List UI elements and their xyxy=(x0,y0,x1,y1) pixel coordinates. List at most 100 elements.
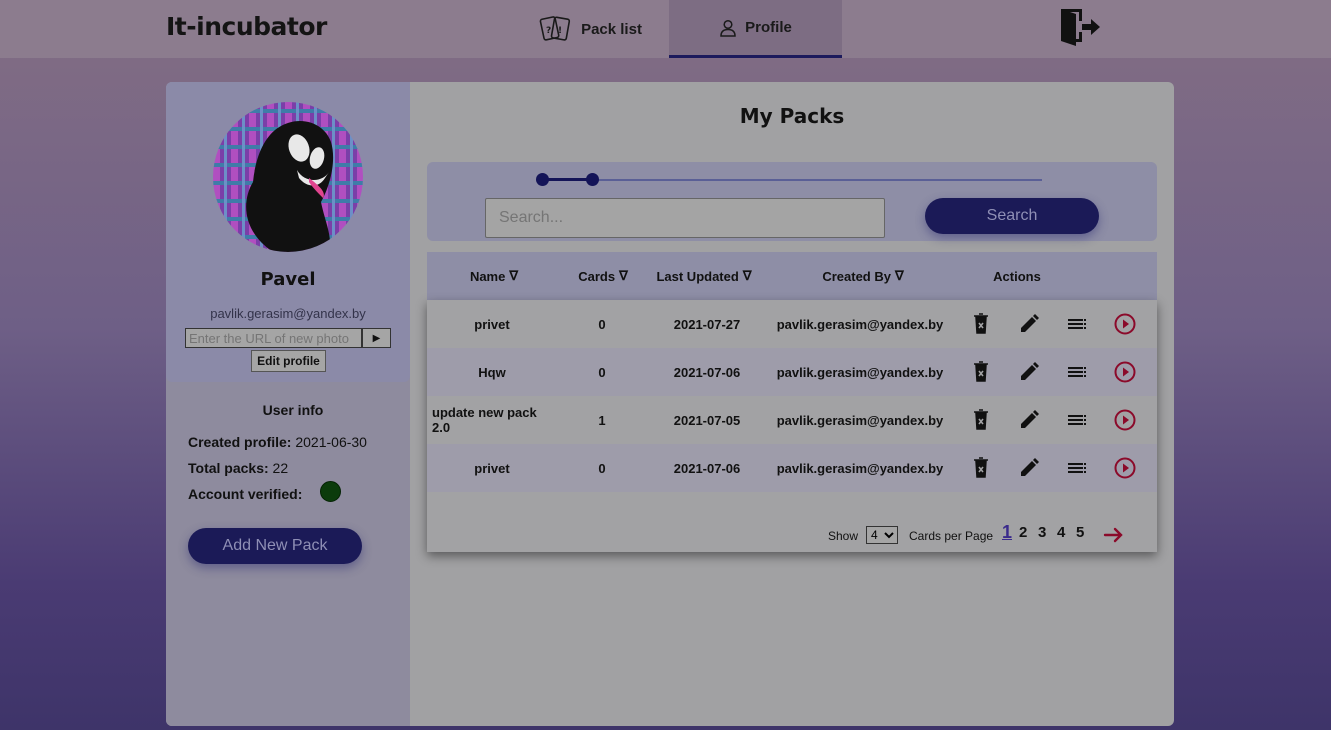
last-updated-cell: 2021-07-05 xyxy=(673,412,741,428)
profile-name: Pavel xyxy=(260,269,316,290)
column-header-cards-label: Cards xyxy=(578,268,616,284)
pagination: Show 4 Cards per Page 1 2 3 4 5 xyxy=(427,522,1157,548)
slider-min-thumb[interactable] xyxy=(536,173,549,186)
delete-icon[interactable] xyxy=(969,312,993,336)
photo-url-row: ▶ xyxy=(185,328,391,348)
profile-box: Pavel pavlik.gerasim@yandex.by ▶ Edit pr… xyxy=(166,82,410,382)
logout-icon[interactable] xyxy=(1058,6,1102,48)
tab-pack-list[interactable]: ? ! Pack list xyxy=(512,0,669,58)
add-new-pack-button[interactable]: Add New Pack xyxy=(188,528,362,564)
cards-count-cell: 0 xyxy=(598,316,606,332)
account-verified-row: Account verified: xyxy=(188,486,302,502)
next-page-arrow-icon[interactable] xyxy=(1103,525,1125,545)
last-updated-cell: 2021-07-06 xyxy=(673,364,741,380)
list-icon[interactable] xyxy=(1065,312,1089,336)
photo-url-input[interactable] xyxy=(185,328,362,348)
tab-profile[interactable]: Profile xyxy=(669,0,842,58)
sort-icon: ∇ xyxy=(619,268,628,283)
column-header-last-updated-label: Last Updated xyxy=(656,268,739,284)
play-icon[interactable] xyxy=(1113,312,1137,336)
search-input[interactable] xyxy=(485,198,885,238)
page-4-button[interactable]: 4 xyxy=(1057,524,1065,541)
svg-text:!: ! xyxy=(558,26,562,36)
sort-icon: ∇ xyxy=(894,268,904,283)
edit-icon[interactable] xyxy=(1017,408,1041,432)
per-page-select[interactable]: 4 xyxy=(866,526,898,544)
page-5-button[interactable]: 5 xyxy=(1076,524,1084,541)
table-row: Hqw 0 2021-07-06 pavlik.gerasim@yandex.by xyxy=(427,348,1157,396)
verified-status-icon xyxy=(320,481,341,502)
pack-name-cell[interactable]: Hqw xyxy=(427,348,557,396)
avatar-image xyxy=(213,102,363,252)
cards-icon: ? ! xyxy=(539,16,571,41)
column-header-created-by[interactable]: Created By ∇ xyxy=(763,252,963,300)
column-header-actions-label: Actions xyxy=(993,268,1041,284)
list-icon[interactable] xyxy=(1065,360,1089,384)
show-label: Show xyxy=(828,529,859,543)
created-profile-value: 2021-06-30 xyxy=(295,434,367,450)
table-row: privet 0 2021-07-06 pavlik.gerasim@yandex.b… xyxy=(427,444,1157,492)
profile-email: pavlik.gerasim@yandex.by xyxy=(210,306,366,321)
page-1-button[interactable]: 1 xyxy=(1002,522,1012,543)
svg-text:?: ? xyxy=(546,26,551,36)
main-card: Pavel pavlik.gerasim@yandex.by ▶ Edit pr… xyxy=(166,82,1174,726)
total-packs-row: Total packs: 22 xyxy=(188,460,288,476)
delete-icon[interactable] xyxy=(969,360,993,384)
created-profile-row: Created profile: 2021-06-30 xyxy=(188,434,367,450)
created-by-cell: pavlik.gerasim@yandex.by xyxy=(776,364,944,380)
table-row: update new pack 2.0 1 2021-07-05 pavlik.ger… xyxy=(427,396,1157,444)
packs-table-body: privet 0 2021-07-27 pavlik.gerasim@yandex.b… xyxy=(427,300,1157,552)
user-info-title: User info xyxy=(262,402,324,418)
account-verified-label: Account verified: xyxy=(188,486,303,502)
column-header-created-by-label: Created By xyxy=(822,268,891,284)
table-row: privet 0 2021-07-27 pavlik.gerasim@yandex.b… xyxy=(427,300,1157,348)
cards-range-slider-track[interactable] xyxy=(542,179,1042,181)
play-icon[interactable] xyxy=(1113,408,1137,432)
delete-icon[interactable] xyxy=(969,456,993,480)
column-header-name[interactable]: Name ∇ xyxy=(427,252,561,300)
page-2-button[interactable]: 2 xyxy=(1019,524,1027,541)
edit-icon[interactable] xyxy=(1017,360,1041,384)
created-profile-label: Created profile: xyxy=(188,434,292,450)
edit-icon[interactable] xyxy=(1017,312,1041,336)
last-updated-cell: 2021-07-06 xyxy=(673,460,741,476)
delete-icon[interactable] xyxy=(969,408,993,432)
search-button[interactable]: Search xyxy=(925,198,1099,234)
column-header-last-updated[interactable]: Last Updated ∇ xyxy=(645,252,763,300)
cards-count-cell: 0 xyxy=(598,364,606,380)
pack-name-cell[interactable]: privet xyxy=(427,300,557,348)
profile-sidebar: Pavel pavlik.gerasim@yandex.by ▶ Edit pr… xyxy=(166,82,410,726)
total-packs-value: 22 xyxy=(272,460,289,476)
cards-count-cell: 0 xyxy=(598,460,606,476)
last-updated-cell: 2021-07-27 xyxy=(673,316,741,332)
total-packs-label: Total packs: xyxy=(188,460,269,476)
column-header-actions: Actions xyxy=(963,252,1071,300)
avatar[interactable] xyxy=(213,102,363,252)
page-3-button[interactable]: 3 xyxy=(1038,524,1046,541)
created-by-cell: pavlik.gerasim@yandex.by xyxy=(776,316,944,332)
photo-url-submit-button[interactable]: ▶ xyxy=(362,328,391,348)
tab-profile-label: Profile xyxy=(745,19,792,36)
page-title: My Packs xyxy=(739,104,845,128)
edit-profile-button[interactable]: Edit profile xyxy=(251,350,326,372)
slider-max-thumb[interactable] xyxy=(586,173,599,186)
list-icon[interactable] xyxy=(1065,456,1089,480)
app-logo[interactable]: It-incubator xyxy=(166,12,327,41)
table-header: Name ∇ Cards ∇ Last Updated ∇ Created By… xyxy=(427,252,1157,300)
column-header-name-label: Name xyxy=(469,268,506,284)
play-icon[interactable] xyxy=(1113,456,1137,480)
created-by-cell: pavlik.gerasim@yandex.by xyxy=(776,460,944,476)
cards-range-slider-range xyxy=(542,178,592,181)
cards-count-cell: 1 xyxy=(598,412,606,428)
edit-icon[interactable] xyxy=(1017,456,1041,480)
play-icon[interactable] xyxy=(1113,360,1137,384)
filter-panel: Search xyxy=(427,162,1157,241)
user-icon xyxy=(720,19,736,37)
sort-icon: ∇ xyxy=(742,268,752,283)
column-header-cards[interactable]: Cards ∇ xyxy=(561,252,645,300)
list-icon[interactable] xyxy=(1065,408,1089,432)
pack-name-cell[interactable]: privet xyxy=(427,444,557,492)
pack-name-cell[interactable]: update new pack 2.0 xyxy=(432,396,552,444)
created-by-cell: pavlik.gerasim@yandex.by xyxy=(776,412,944,428)
cards-per-page-label: Cards per Page xyxy=(909,529,994,543)
